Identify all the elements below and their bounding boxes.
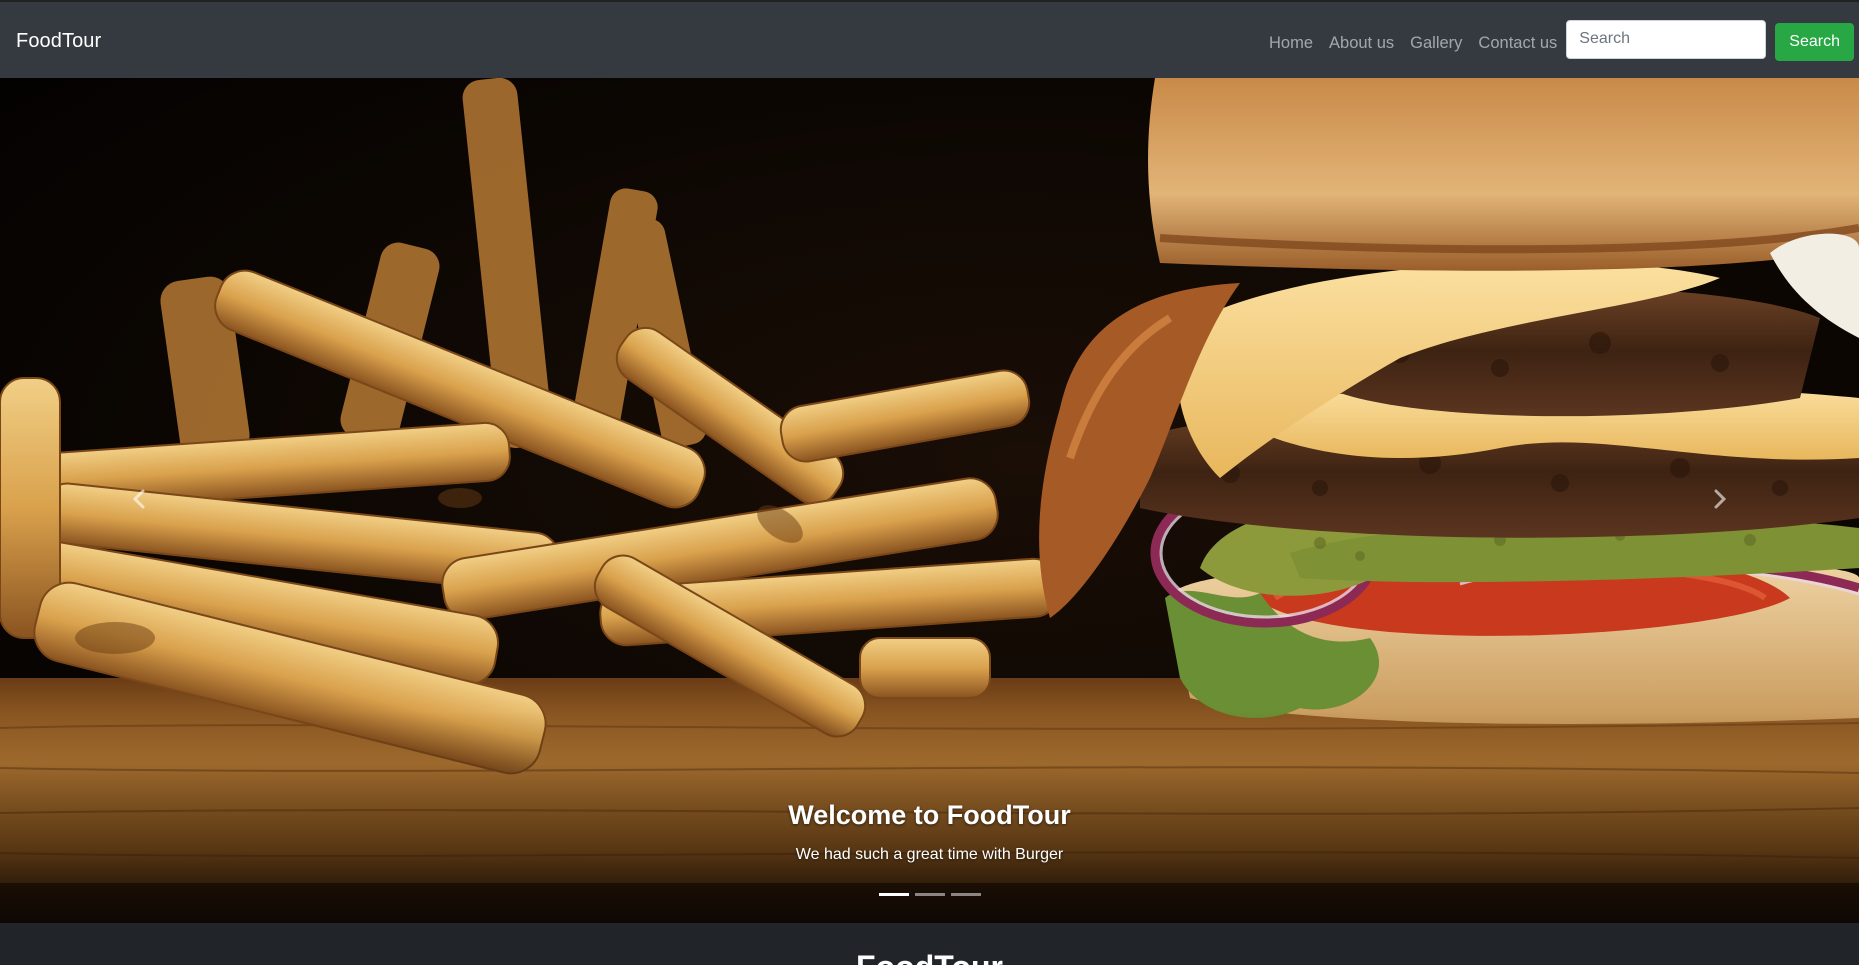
carousel-next-button[interactable] bbox=[1700, 479, 1740, 519]
brand-logo[interactable]: FoodTour bbox=[16, 30, 101, 53]
nav-links: Home About us Gallery Contact us Search bbox=[1269, 2, 1859, 80]
carousel-indicators bbox=[0, 893, 1859, 896]
nav-link-home[interactable]: Home bbox=[1269, 34, 1313, 53]
hero-carousel: Welcome to FoodTour We had such a great … bbox=[0, 78, 1859, 923]
burger-fries-photo bbox=[0, 78, 1859, 923]
search-input[interactable] bbox=[1566, 19, 1767, 59]
section-title: FoodTour bbox=[0, 949, 1859, 965]
carousel-prev-button[interactable] bbox=[119, 479, 159, 519]
about-section: FoodTour bbox=[0, 923, 1859, 965]
search-button[interactable]: Search bbox=[1775, 23, 1854, 61]
nav-link-about-us[interactable]: About us bbox=[1329, 34, 1394, 53]
carousel-indicator-2[interactable] bbox=[914, 893, 945, 896]
top-navbar: FoodTour Home About us Gallery Contact u… bbox=[0, 0, 1859, 78]
hero-subtitle: We had such a great time with Burger bbox=[795, 846, 1064, 863]
chevron-left-icon bbox=[132, 489, 145, 509]
nav-link-gallery[interactable]: Gallery bbox=[1410, 34, 1462, 53]
carousel-indicator-3[interactable] bbox=[950, 893, 981, 896]
carousel-indicator-1[interactable] bbox=[878, 893, 909, 896]
chevron-right-icon bbox=[1714, 489, 1727, 509]
nav-link-contact-us[interactable]: Contact us bbox=[1478, 34, 1557, 53]
hero-title: Welcome to FoodTour bbox=[788, 800, 1071, 830]
